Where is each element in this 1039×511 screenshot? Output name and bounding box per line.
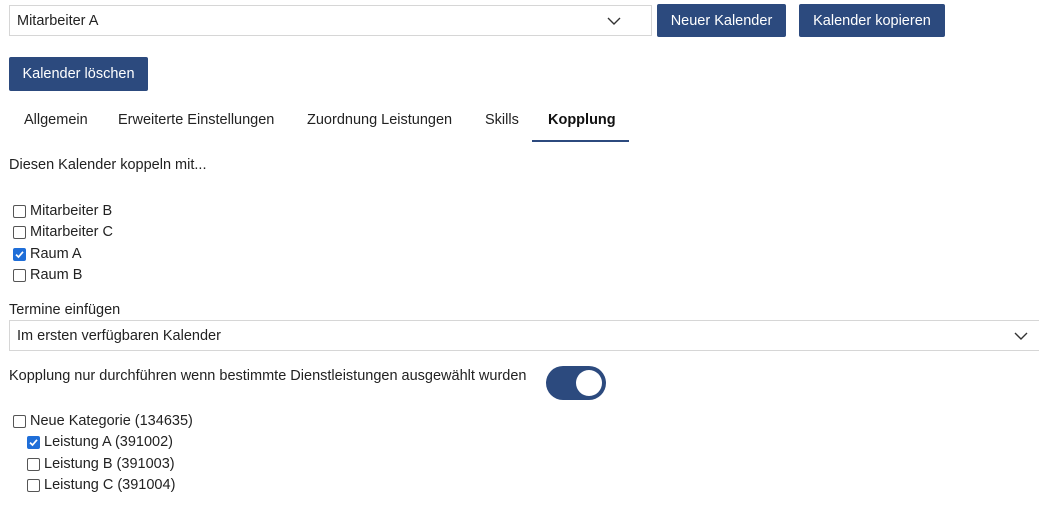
checkbox-checked[interactable] — [13, 247, 26, 261]
checkbox[interactable] — [27, 478, 40, 492]
insert-appointments-label: Termine einfügen — [9, 302, 121, 318]
category-label: Neue Kategorie (134635) — [30, 413, 193, 429]
checkbox[interactable] — [13, 225, 26, 239]
toggle-knob — [576, 370, 602, 396]
chevron-down-icon — [607, 13, 621, 29]
insert-appointments-select-value: Im ersten verfügbaren Kalender — [17, 327, 221, 344]
service-option[interactable]: Leistung A (391002) — [27, 432, 173, 452]
service-option[interactable]: Leistung C (391004) — [27, 475, 175, 495]
calendar-select[interactable]: Mitarbeiter A — [9, 5, 652, 36]
copy-calendar-button[interactable]: Kalender kopieren — [799, 4, 945, 37]
tab-service-assignment[interactable]: Zuordnung Leistungen — [307, 112, 452, 128]
coupling-heading: Diesen Kalender koppeln mit... — [9, 157, 207, 173]
calendar-option[interactable]: Raum B — [13, 265, 82, 285]
delete-calendar-button[interactable]: Kalender löschen — [9, 57, 148, 91]
tab-advanced-settings[interactable]: Erweiterte Einstellungen — [118, 112, 274, 128]
calendar-option-label: Mitarbeiter B — [30, 203, 113, 219]
checkbox[interactable] — [27, 457, 40, 471]
checkbox[interactable] — [13, 414, 26, 428]
calendar-option[interactable]: Mitarbeiter B — [13, 201, 112, 221]
tab-coupling[interactable]: Kopplung — [548, 112, 616, 128]
calendar-option[interactable]: Raum A — [13, 244, 82, 264]
checkbox-checked[interactable] — [27, 435, 40, 449]
insert-appointments-select[interactable]: Im ersten verfügbaren Kalender — [9, 320, 1039, 351]
service-label: Leistung B (391003) — [44, 456, 175, 472]
calendar-option[interactable]: Mitarbeiter C — [13, 222, 113, 242]
calendar-option-label: Raum A — [30, 246, 82, 262]
service-option[interactable]: Leistung B (391003) — [27, 454, 175, 474]
condition-toggle[interactable] — [546, 366, 606, 400]
service-label: Leistung A (391002) — [44, 434, 173, 450]
calendar-option-label: Raum B — [30, 267, 83, 283]
service-label: Leistung C (391004) — [44, 477, 176, 493]
category-option[interactable]: Neue Kategorie (134635) — [13, 411, 193, 431]
active-tab-indicator — [532, 140, 629, 142]
condition-label: Kopplung nur durchführen wenn bestimmte … — [9, 368, 527, 384]
tab-skills[interactable]: Skills — [485, 112, 519, 128]
calendar-select-value: Mitarbeiter A — [17, 12, 99, 29]
checkmark-icon — [15, 250, 24, 258]
checkbox[interactable] — [13, 268, 26, 282]
calendar-option-label: Mitarbeiter C — [30, 224, 113, 240]
checkbox[interactable] — [13, 204, 26, 218]
tab-general[interactable]: Allgemein — [24, 112, 88, 128]
chevron-down-icon — [1014, 328, 1028, 344]
new-calendar-button[interactable]: Neuer Kalender — [657, 4, 786, 37]
checkmark-icon — [29, 438, 38, 446]
